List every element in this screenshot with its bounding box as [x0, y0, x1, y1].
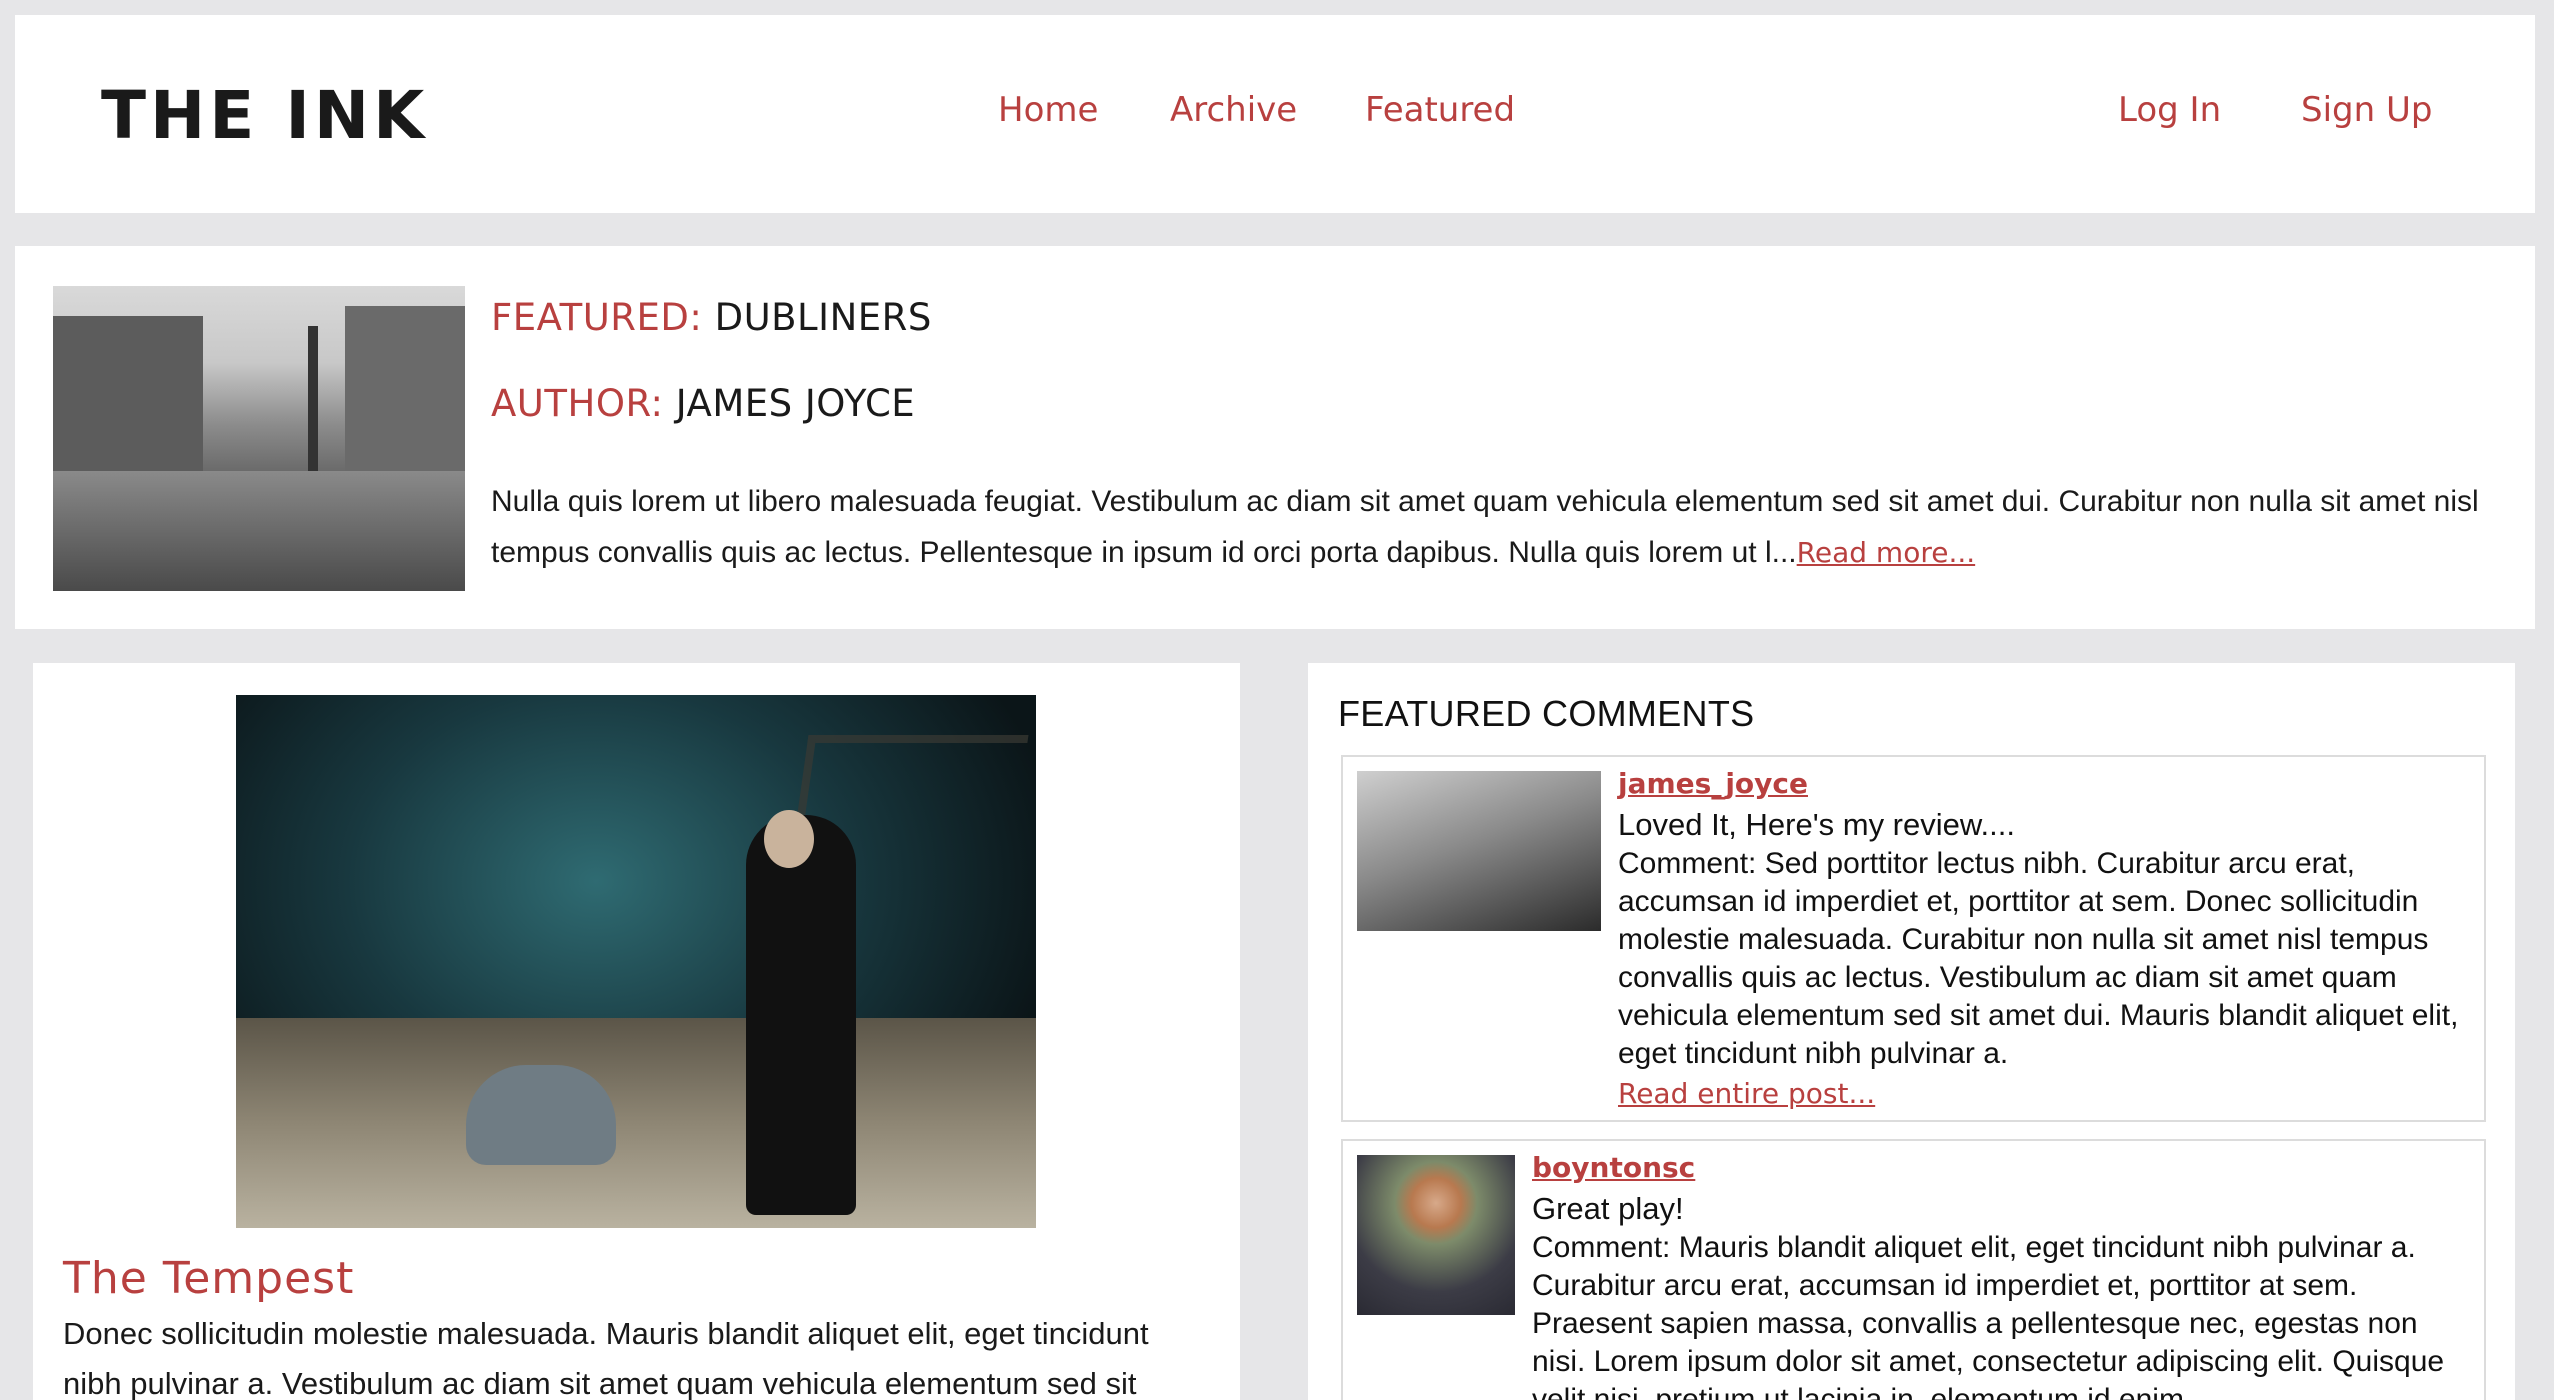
author-label: AUTHOR:: [491, 382, 664, 425]
site-header: THE INK Home Archive Featured Log In Sig…: [15, 15, 2535, 213]
comment-headline: Loved It, Here's my review....: [1618, 807, 2016, 842]
article-image[interactable]: [236, 695, 1036, 1228]
featured-comments: FEATURED COMMENTS james_joyce Loved It, …: [1308, 663, 2515, 1400]
author-value: JAMES JOYCE: [675, 382, 916, 425]
avatar[interactable]: [1357, 1155, 1515, 1315]
login-link[interactable]: Log In: [2118, 90, 2221, 130]
avatar[interactable]: [1357, 771, 1601, 931]
comment-headline: Great play!: [1532, 1191, 1684, 1226]
signup-link[interactable]: Sign Up: [2301, 90, 2432, 130]
featured-image[interactable]: [53, 286, 465, 591]
article-title[interactable]: The Tempest: [63, 1253, 354, 1304]
nav-featured[interactable]: Featured: [1365, 90, 1515, 130]
nav-home[interactable]: Home: [998, 90, 1098, 130]
nav-archive[interactable]: Archive: [1170, 90, 1297, 130]
article-body: Donec sollicitudin molestie malesuada. M…: [63, 1316, 1149, 1400]
featured-label: FEATURED:: [491, 296, 703, 339]
featured-banner: FEATURED: DUBLINERS AUTHOR: JAMES JOYCE …: [15, 246, 2535, 629]
comment-card: boyntonsc Great play! Comment: Mauris bl…: [1341, 1139, 2486, 1400]
comment-user[interactable]: james_joyce: [1618, 767, 1808, 800]
featured-value: DUBLINERS: [714, 296, 932, 339]
featured-excerpt: Nulla quis lorem ut libero malesuada feu…: [491, 485, 2479, 569]
article-card: The Tempest Donec sollicitudin molestie …: [33, 663, 1240, 1400]
read-entire-post-link[interactable]: Read entire post...: [1618, 1077, 1875, 1110]
featured-title: FEATURED: DUBLINERS: [491, 296, 932, 339]
main-nav: Home Archive Featured Log In Sign Up: [15, 90, 2535, 140]
comments-heading: FEATURED COMMENTS: [1338, 693, 1755, 734]
featured-author: AUTHOR: JAMES JOYCE: [491, 382, 915, 425]
comment-user[interactable]: boyntonsc: [1532, 1151, 1695, 1184]
comment-card: james_joyce Loved It, Here's my review..…: [1341, 755, 2486, 1122]
comment-text: Comment: Mauris blandit aliquet elit, eg…: [1532, 1231, 2445, 1400]
read-more-link[interactable]: Read more...: [1797, 536, 1976, 569]
comment-text: Comment: Sed porttitor lectus nibh. Cura…: [1618, 847, 2459, 1070]
